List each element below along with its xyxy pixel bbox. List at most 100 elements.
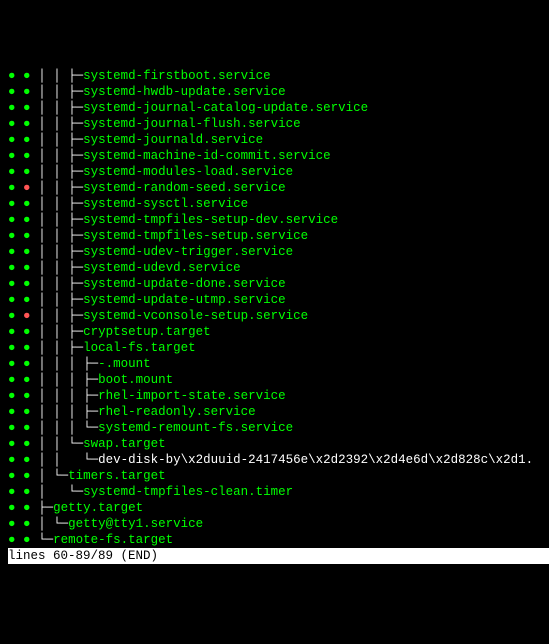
status-dot-green: ● (23, 389, 31, 403)
unit-name: systemd-udev-trigger.service (83, 245, 293, 259)
unit-name: getty@tty1.service (68, 517, 203, 531)
status-dot-green: ● (8, 213, 16, 227)
status-dot-green: ● (23, 293, 31, 307)
tree-line: ● ● │ └─timers.target (8, 468, 549, 484)
tree-branch: │ └─ (38, 469, 68, 483)
tree-branch: │ │ ├─ (38, 261, 83, 275)
status-dot-green: ● (23, 101, 31, 115)
status-dot-green: ● (8, 341, 16, 355)
status-dot-green: ● (8, 133, 16, 147)
pager-status[interactable]: lines 60-89/89 (END) (8, 548, 549, 564)
tree-branch: │ │ ├─ (38, 309, 83, 323)
status-dot-green: ● (8, 181, 16, 195)
status-dot-red: ● (23, 181, 31, 195)
status-dot-green: ● (23, 245, 31, 259)
unit-name: systemd-firstboot.service (83, 69, 271, 83)
tree-line: ● ● │ │ ├─systemd-machine-id-commit.serv… (8, 148, 549, 164)
status-dot-green: ● (8, 421, 16, 435)
tree-line: ● ● │ │ ├─systemd-update-utmp.service (8, 292, 549, 308)
tree-branch: │ └─ (38, 517, 68, 531)
tree-line: ● ● │ │ │ ├─rhel-import-state.service (8, 388, 549, 404)
unit-name: local-fs.target (83, 341, 196, 355)
tree-branch: │ │ ├─ (38, 213, 83, 227)
tree-branch: │ └─ (38, 485, 83, 499)
tree-branch: │ │ ├─ (38, 101, 83, 115)
tree-line: ● ● │ └─systemd-tmpfiles-clean.timer (8, 484, 549, 500)
unit-name: systemd-sysctl.service (83, 197, 248, 211)
tree-branch: │ │ ├─ (38, 85, 83, 99)
status-dot-green: ● (23, 421, 31, 435)
unit-name: cryptsetup.target (83, 325, 211, 339)
status-dot-green: ● (23, 261, 31, 275)
unit-name: dev-disk-by\x2duuid-2417456e\x2d2392\x2d… (98, 453, 533, 467)
status-dot-green: ● (8, 69, 16, 83)
tree-line: ● ● ├─getty.target (8, 500, 549, 516)
unit-name: getty.target (53, 501, 143, 515)
tree-line: ● ● │ │ ├─systemd-tmpfiles-setup.service (8, 228, 549, 244)
tree-branch: │ │ │ └─ (38, 421, 98, 435)
status-dot-green: ● (8, 437, 16, 451)
status-dot-green: ● (8, 85, 16, 99)
unit-name: rhel-import-state.service (98, 389, 286, 403)
status-dot-green: ● (23, 165, 31, 179)
status-dot-green: ● (8, 501, 16, 515)
status-dot-green: ● (8, 389, 16, 403)
unit-name: systemd-modules-load.service (83, 165, 293, 179)
unit-name: -.mount (98, 357, 151, 371)
tree-branch: │ │ │ ├─ (38, 389, 98, 403)
tree-line: ● ● │ │ ├─systemd-udev-trigger.service (8, 244, 549, 260)
tree-line: ● ● │ │ ├─systemd-modules-load.service (8, 164, 549, 180)
tree-branch: │ │ └─ (38, 437, 83, 451)
tree-line: ● ● │ │ ├─systemd-tmpfiles-setup-dev.ser… (8, 212, 549, 228)
status-dot-green: ● (23, 341, 31, 355)
status-dot-green: ● (8, 117, 16, 131)
tree-branch: │ │ └─ (38, 453, 98, 467)
status-dot-green: ● (8, 325, 16, 339)
tree-branch: │ │ ├─ (38, 117, 83, 131)
tree-line: ● ● │ │ │ ├─boot.mount (8, 372, 549, 388)
status-dot-green: ● (8, 533, 16, 547)
tree-line: ● ● │ │ ├─systemd-udevd.service (8, 260, 549, 276)
status-dot-green: ● (23, 533, 31, 547)
status-dot-green: ● (23, 117, 31, 131)
tree-line: ● ● │ │ ├─local-fs.target (8, 340, 549, 356)
status-dot-green: ● (23, 357, 31, 371)
unit-name: systemd-remount-fs.service (98, 421, 293, 435)
status-dot-green: ● (8, 165, 16, 179)
tree-branch: │ │ ├─ (38, 245, 83, 259)
unit-name: remote-fs.target (53, 533, 173, 547)
tree-branch: │ │ ├─ (38, 133, 83, 147)
tree-branch: │ │ ├─ (38, 293, 83, 307)
unit-name: systemd-tmpfiles-setup.service (83, 229, 308, 243)
status-dot-green: ● (23, 325, 31, 339)
tree-branch: │ │ │ ├─ (38, 357, 98, 371)
status-dot-green: ● (23, 453, 31, 467)
tree-line: ● ● │ │ ├─systemd-update-done.service (8, 276, 549, 292)
tree-branch: │ │ ├─ (38, 325, 83, 339)
status-dot-green: ● (23, 69, 31, 83)
tree-branch: │ │ │ ├─ (38, 373, 98, 387)
status-dot-green: ● (23, 437, 31, 451)
status-dot-green: ● (8, 309, 16, 323)
status-dot-green: ● (8, 373, 16, 387)
status-dot-green: ● (8, 293, 16, 307)
tree-branch: │ │ ├─ (38, 277, 83, 291)
unit-name: systemd-update-utmp.service (83, 293, 286, 307)
tree-line: ● ● │ │ │ ├─-.mount (8, 356, 549, 372)
tree-branch: │ │ │ ├─ (38, 405, 98, 419)
status-dot-green: ● (8, 485, 16, 499)
status-dot-green: ● (23, 197, 31, 211)
tree-branch: │ │ ├─ (38, 181, 83, 195)
status-dot-green: ● (23, 213, 31, 227)
unit-name: systemd-journald.service (83, 133, 263, 147)
tree-line: ● ● │ │ └─dev-disk-by\x2duuid-2417456e\x… (8, 452, 549, 468)
unit-name: systemd-update-done.service (83, 277, 286, 291)
tree-line: ● ● │ │ ├─systemd-journald.service (8, 132, 549, 148)
tree-branch: │ │ ├─ (38, 229, 83, 243)
tree-line: ● ● │ │ ├─systemd-random-seed.service (8, 180, 549, 196)
status-dot-green: ● (23, 373, 31, 387)
status-dot-green: ● (8, 245, 16, 259)
tree-line: ● ● └─remote-fs.target (8, 532, 549, 548)
unit-name: timers.target (68, 469, 166, 483)
tree-line: ● ● │ │ ├─cryptsetup.target (8, 324, 549, 340)
